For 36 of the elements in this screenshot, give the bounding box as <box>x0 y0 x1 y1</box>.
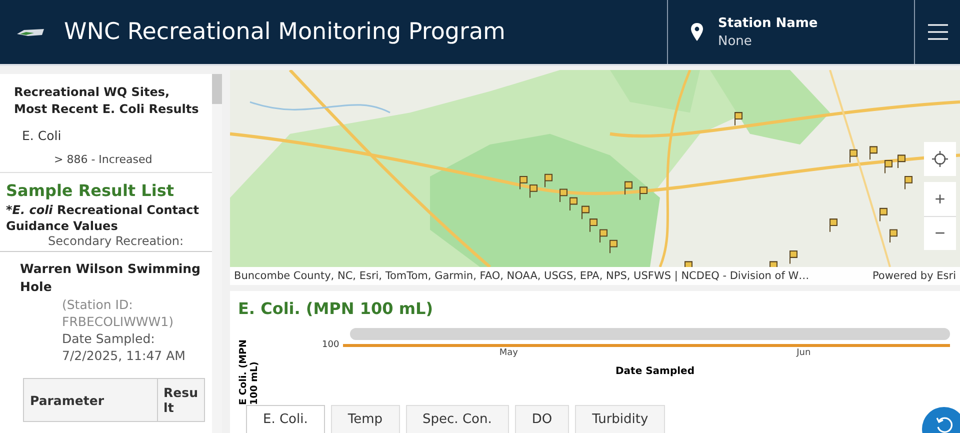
tab[interactable]: Turbidity <box>575 405 666 433</box>
chart-title: E. Coli. (MPN 100 mL) <box>238 299 434 318</box>
legend-title: Recreational WQ Sites, Most Recent E. Coli Results <box>14 84 200 118</box>
app-title: WNC Recreational Monitoring Program <box>64 19 506 45</box>
tab[interactable]: E. Coli. <box>246 405 325 433</box>
x-tick-label: May <box>499 348 518 358</box>
legend-class-label: > 886 - Increased <box>54 153 154 166</box>
x-axis-label: Date Sampled <box>614 366 696 377</box>
legend-layer-name: E. Coli <box>22 128 62 143</box>
tab[interactable]: DO <box>514 405 570 433</box>
date-sampled-value: 7/2/2025, 11:47 AM <box>62 347 186 364</box>
powered-by-link[interactable]: Powered by Esri <box>872 270 956 282</box>
date-sampled-label: Date Sampled: <box>62 330 156 347</box>
secondary-recreation-heading: Secondary Recreation: <box>48 234 185 248</box>
tab[interactable]: Temp <box>330 405 400 433</box>
station-id: (Station ID: FRBECOLIWWW1) <box>62 296 174 330</box>
location-pin-icon <box>690 22 704 42</box>
tab[interactable]: Spec. Con. <box>406 405 509 433</box>
menu-icon <box>928 24 948 40</box>
y-tick-label: 100 <box>322 340 340 350</box>
station-name-value: None <box>718 34 753 48</box>
site-name: Warren Wilson Swimming Hole <box>20 260 202 296</box>
refresh-icon <box>934 415 954 433</box>
x-tick-label: Jun <box>796 348 811 358</box>
column-header: Resu lt <box>157 378 204 422</box>
zoom-out-button[interactable]: − <box>924 216 956 250</box>
column-header: Parameter <box>24 378 158 422</box>
result-list-title: Sample Result List <box>6 181 175 200</box>
locate-button[interactable] <box>924 142 956 176</box>
station-name-label: Station Name <box>718 16 818 30</box>
range-slider[interactable] <box>350 328 950 340</box>
guidance-heading: *E. coli Recreational Contact Guidance Values <box>6 202 200 234</box>
attribution-text: Buncombe County, NC, Esri, TomTom, Garmin, FAO, NOAA, USGS, EPA, NPS, USFWS | NCDEQ - Division of W… <box>234 270 810 282</box>
y-axis-label: E Coli. (MPN 100 mL) <box>238 338 260 405</box>
zoom-in-button[interactable]: + <box>924 182 956 216</box>
crosshair-icon <box>932 151 948 167</box>
